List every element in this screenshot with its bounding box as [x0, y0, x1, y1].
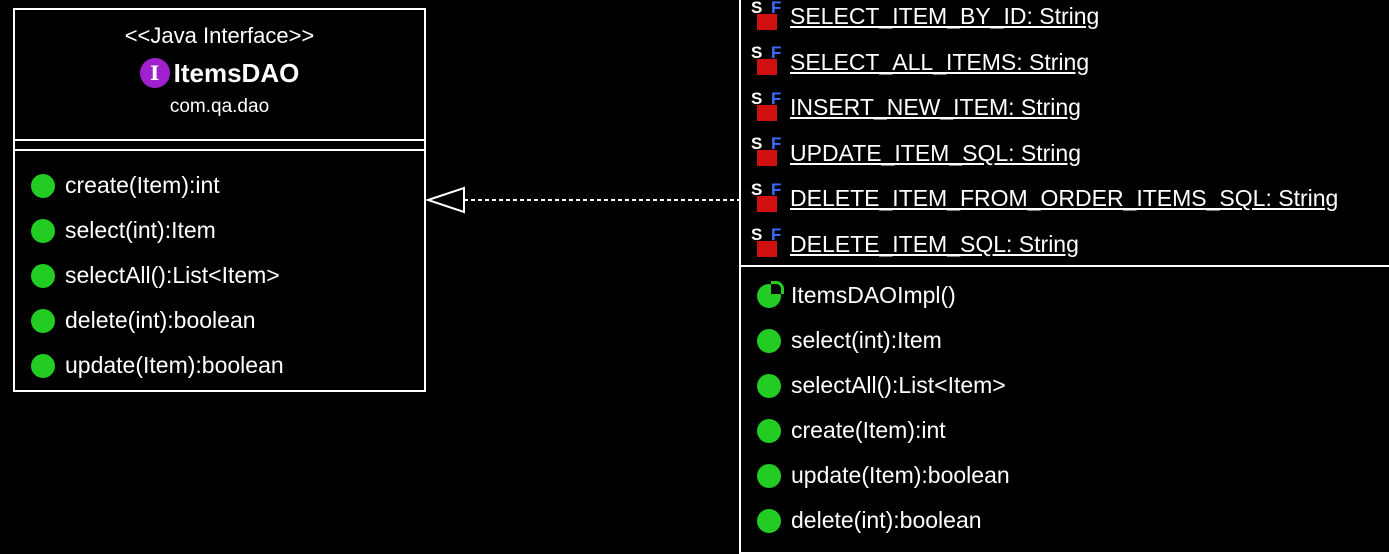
field-signature: DELETE_ITEM_FROM_ORDER_ITEMS_SQL: String [790, 185, 1339, 212]
static-final-field[interactable]: S F SELECT_ITEM_BY_ID: String [751, 0, 1389, 40]
static-final-field[interactable]: S F INSERT_NEW_ITEM: String [751, 85, 1389, 131]
method-signature: select(int):Item [791, 327, 942, 353]
field-signature: INSERT_NEW_ITEM: String [790, 94, 1081, 121]
class-methods-compartment: ItemsDAOImpl() select(int):Item selectAl… [741, 267, 1389, 543]
method-signature: create(Item):int [791, 417, 946, 443]
class-constructor[interactable]: ItemsDAOImpl() [757, 273, 1389, 318]
method-signature: delete(int):boolean [791, 507, 982, 533]
static-final-field-icon: SF [751, 180, 787, 214]
public-method-icon [757, 373, 781, 398]
constructor-signature: ItemsDAOImpl() [791, 282, 956, 308]
static-final-field-icon: SF [751, 225, 787, 259]
class-method[interactable]: select(int):Item [757, 318, 1389, 363]
class-method[interactable]: selectAll():List<Item> [757, 363, 1389, 408]
class-fields-compartment: S F SELECT_ITEM_BY_ID: String S F SELECT_ALL… [741, 0, 1389, 267]
public-method-icon [757, 418, 781, 443]
public-method-icon [757, 328, 781, 353]
static-final-field-icon: SF [751, 89, 787, 123]
class-method[interactable]: create(Item):int [757, 408, 1389, 453]
method-signature: update(Item):boolean [791, 462, 1010, 488]
static-final-field-icon: SF [751, 134, 787, 168]
constructor-icon [757, 280, 784, 308]
class-method[interactable]: update(Item):boolean [757, 453, 1389, 498]
static-final-field[interactable]: S F UPDATE_ITEM_SQL: String [751, 131, 1389, 177]
public-method-icon [757, 508, 781, 533]
static-final-field-icon: SF [751, 0, 787, 32]
field-signature: UPDATE_ITEM_SQL: String [790, 139, 1081, 166]
public-method-icon [757, 463, 781, 488]
hollow-arrowhead-icon [424, 186, 465, 214]
static-final-field[interactable]: S F DELETE_ITEM_SQL: String [751, 222, 1389, 268]
field-signature: DELETE_ITEM_SQL: String [790, 230, 1079, 257]
field-signature: SELECT_ALL_ITEMS: String [790, 48, 1090, 75]
method-signature: selectAll():List<Item> [791, 372, 1006, 398]
static-final-field[interactable]: S F DELETE_ITEM_FROM_ORDER_ITEMS_SQL: Stri… [751, 176, 1389, 222]
field-signature: SELECT_ITEM_BY_ID: String [790, 3, 1100, 30]
static-final-field-icon: SF [751, 43, 787, 77]
class-box-itemsdaoimpl[interactable]: S F SELECT_ITEM_BY_ID: String S F SELECT_ALL… [739, 0, 1389, 554]
class-method[interactable]: delete(int):boolean [757, 498, 1389, 543]
static-final-field[interactable]: S F SELECT_ALL_ITEMS: String [751, 40, 1389, 86]
